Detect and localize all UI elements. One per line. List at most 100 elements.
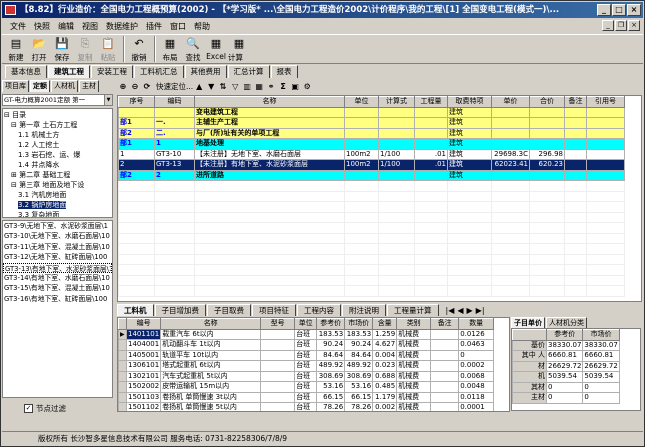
tab-labor-material[interactable]: 人材机 [51,80,78,92]
table-row[interactable]: 1501102 卷扬机 单筒慢速 5t以内 台班 78.26 78.26 0.002 机械费… [118,402,495,411]
undo-button[interactable]: ↶ 撤销 [128,35,150,64]
tab-reports[interactable]: 报表 [270,65,298,78]
tree-node[interactable]: 3.1 汽机房地面 [4,190,111,200]
table-row[interactable]: 2 GT3-13 【未注册】有地下室、水泥砂浆面层 100m2 1/100.01 建筑 62… [118,159,625,171]
column-header[interactable]: 类别 [396,318,432,330]
budget-grid[interactable]: 序号 编码 名称 单位 计算式 工程量 取费特项 单价 合价 备注 引用号 变电建筑工程 建筑 部1 一.… [117,95,642,302]
table-row[interactable]: 变电建筑工程 建筑 [118,106,625,118]
insert-icon[interactable]: ⊕ [117,81,129,92]
chart-icon[interactable]: ▥ [241,81,253,92]
column-header[interactable]: 编码 [154,96,195,108]
tab-main-material[interactable]: 主材 [79,80,99,92]
column-header[interactable]: 合价 [529,96,565,108]
table-row[interactable]: 1306101 塔式起重机 6t以内 台班 489.92 489.92 0.023 机械费 0… [118,360,495,372]
table-row[interactable]: ▶ 1401101 载重汽车 6t以内 台班 183.53 183.53 1.259 机械费 0… [118,328,495,340]
quota-list-item[interactable]: GT3-11\无地下室、混凝土面层\10 [3,242,112,252]
table-row[interactable]: 材 26629.72 26629.72 [512,360,620,372]
tree-node[interactable]: ⊟ 目录 [4,110,111,120]
quota-list-item[interactable]: GT3-10\无地下室、水磨石面层\10 [3,231,112,241]
copy-button[interactable]: ⎘ 复制 [74,35,96,64]
nav-first-icon[interactable]: |◀ [446,306,455,315]
maximize-button[interactable]: □ [612,4,626,16]
tree-node[interactable]: 1.4 井点降水 [4,160,111,170]
menu-view[interactable]: 视图 [78,21,102,32]
column-header[interactable]: 引用号 [586,96,625,108]
table-row[interactable]: 部2 二. 与厂(所)址有关的单项工程 建筑 [118,127,625,139]
tree-node[interactable]: 1.3 岩石挖、运、爆 [4,150,111,160]
calc-icon[interactable]: Σ [277,81,289,92]
table-row[interactable]: 部1 1 地基处理 建筑 [118,138,625,150]
calculator-button[interactable]: ▦计算器 [228,35,250,73]
tab-materials-summary[interactable]: 工料机汇总 [134,65,184,78]
tab-other-fees[interactable]: 其他费用 [184,65,227,78]
column-header[interactable]: 名称 [160,318,262,330]
detail-tab[interactable]: 附注说明 [342,304,386,316]
tree-node[interactable]: 1.2 人工挖土 [4,140,111,150]
find-button[interactable]: 🔍 查找 [182,35,204,64]
layout-button[interactable]: ▦ 布局 [159,35,181,64]
tab-basic-info[interactable]: 基本信息 [5,65,47,78]
table-row[interactable]: 部2 2 进所道路 建筑 [118,169,625,181]
column-header[interactable]: 序号 [118,96,155,108]
unit-price-grid[interactable]: 参考价 市场价 基价 38330.07 38330.07 其中 人 6660.81 6660… [511,328,641,411]
column-header[interactable]: 备注 [564,96,587,108]
column-header[interactable]: 含量 [372,318,398,330]
column-header[interactable]: 计算式 [378,96,415,108]
menu-edit[interactable]: 编辑 [54,21,78,32]
table-row[interactable]: 部1 一. 主辅生产工程 建筑 [118,117,625,129]
column-header[interactable]: 工程量 [414,96,448,108]
table-row[interactable]: 1501103 卷扬机 单筒慢速 3t以内 台班 66.15 66.15 1.179 机械费… [118,391,495,403]
quota-list-item[interactable]: GT3-9\无地下室、水泥砂浆面层\1 [3,221,112,231]
nav-prev-icon[interactable]: ◀ [457,306,463,315]
column-header[interactable]: 编号 [125,318,162,330]
detail-tab[interactable]: 工程量计算 [387,304,439,316]
column-header[interactable]: 备注 [430,318,460,330]
move-up-icon[interactable]: ▲ [193,81,205,92]
tree-node[interactable]: ⊟ 第一章 土石方工程 [4,120,111,130]
menu-help[interactable]: 帮助 [190,21,214,32]
tree-node[interactable]: 3.3 复杂地面 [4,210,111,217]
table-row[interactable]: 主材 0 0 [512,392,620,404]
node-filter-checkbox[interactable]: ✓ [24,403,33,413]
table-row[interactable]: 机 5039.54 5039.54 [512,371,620,383]
column-header[interactable]: 取费特项 [447,96,492,108]
minimize-button[interactable]: _ [597,4,611,16]
node-filter-option[interactable]: ✓ 节点过滤 [2,402,115,414]
tree-node[interactable]: ⊞ 第二章 基础工程 [4,170,111,180]
quota-list-item[interactable]: GT3-15\有地下室、混凝土面层\10 [3,283,112,293]
materials-grid[interactable]: 编号 名称 型号 单位 参考价 市场价 含量 类别 备注 数量 ▶ 1401101 载重汽车 6t以内… [117,317,510,412]
detail-tab[interactable]: 项目特征 [252,304,296,316]
save-button[interactable]: 💾 保存 [51,35,73,64]
lock-icon[interactable]: ▣ [289,81,301,92]
table-row[interactable]: 1405001 轨道平车 10t以内 台班 84.64 84.64 0.004 机械费 0 [118,349,495,361]
tab-material-category[interactable]: 人材机分类 [546,317,587,328]
menu-window[interactable]: 窗口 [166,21,190,32]
column-header[interactable]: 数量 [458,318,495,330]
quota-list-item[interactable]: GT3-16\有地下室、缸砖面层\100 [3,294,112,304]
mdi-minimize-button[interactable]: _ [602,20,614,31]
excel-button[interactable]: ▦ Excel [205,35,227,64]
tree-node[interactable]: ⊟ 第三章 地面及地下设 [4,180,111,190]
column-header[interactable]: 单位 [294,318,318,330]
column-header[interactable]: 型号 [260,318,296,330]
menu-plugins[interactable]: 插件 [142,21,166,32]
column-header[interactable]: 参考价 [316,318,346,330]
table-row[interactable]: 1 GT3-10 【未注册】无地下室、水磨石面层 100m2 1/100.01 建筑 296… [118,148,625,160]
detail-tab[interactable]: 工料机 [117,304,154,316]
column-header[interactable]: 单价 [491,96,530,108]
chapter-tree[interactable]: ⊟ 目录 ⊟ 第一章 土石方工程 1.1 机械土方 1.2 人工挖土 1.3 岩石挖、运… [2,108,113,218]
link-icon[interactable]: ⚭ [265,81,277,92]
tree-node[interactable]: 1.1 机械土方 [4,130,111,140]
chevron-down-icon[interactable]: ▼ [104,95,112,105]
menu-file[interactable]: 文件 [6,21,30,32]
filter-icon[interactable]: ▽ [229,81,241,92]
menu-snapshot[interactable]: 快照 [30,21,54,32]
table-row[interactable]: 其中 人 6660.81 6660.81 [512,350,620,362]
table-row[interactable]: 1302101 汽车式起重机 5t以内 台班 308.69 308.69 0.688 机械费… [118,370,495,382]
tab-project-library[interactable]: 项目库 [2,80,29,92]
tab-installation-works[interactable]: 安装工程 [91,65,133,78]
tree-node[interactable]: 3.2 锅炉房地面 [4,200,111,210]
tab-building-works[interactable]: 建筑工程 [48,65,90,78]
tab-summary-calc[interactable]: 汇总计算 [227,65,270,78]
detail-tab[interactable]: 子目取费 [207,304,251,316]
